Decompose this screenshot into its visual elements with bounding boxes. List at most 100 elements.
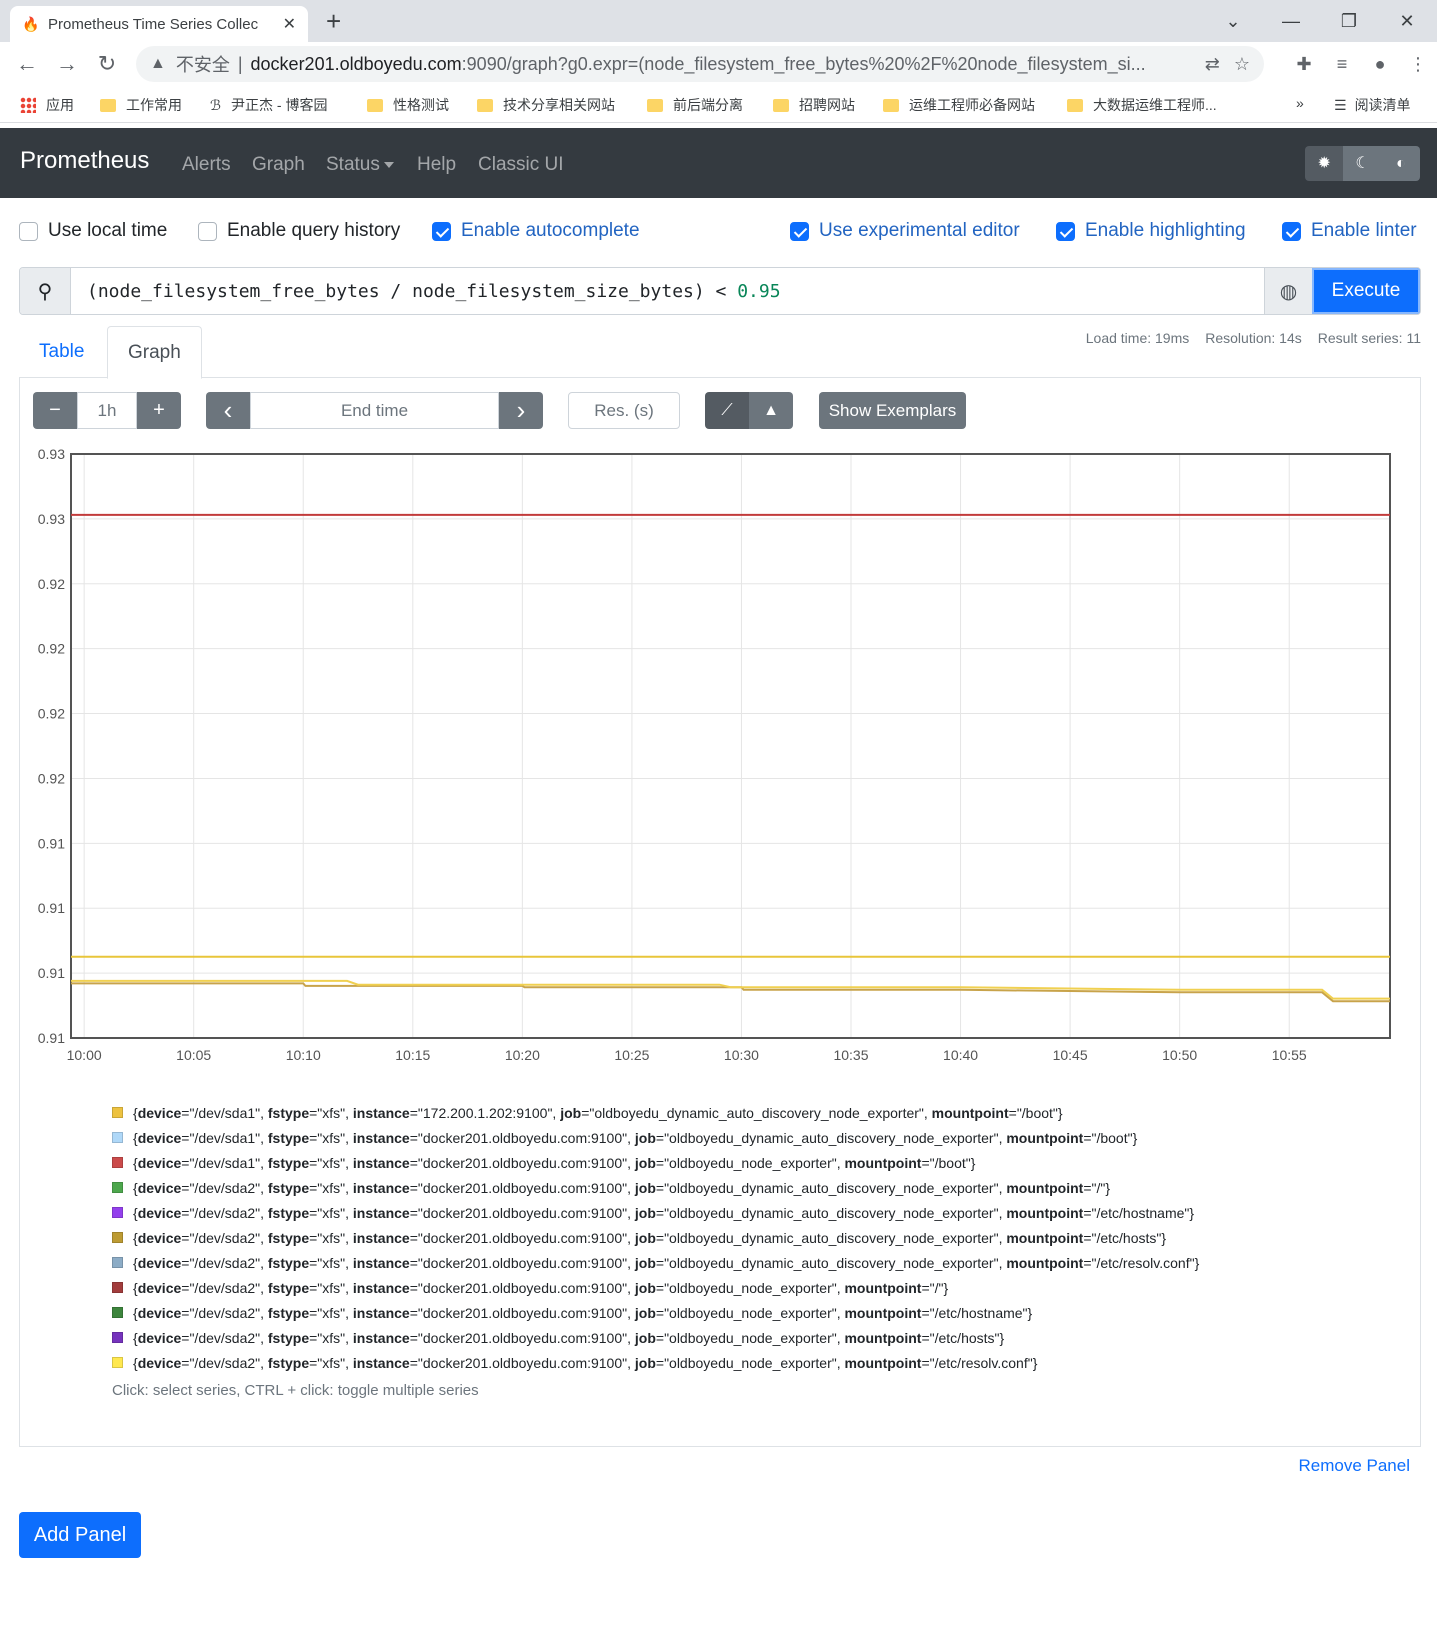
- dark-theme-icon[interactable]: ☾: [1343, 146, 1382, 181]
- option-enable-autocomplete[interactable]: Enable autocomplete: [432, 220, 640, 242]
- time-series-chart[interactable]: 0.93 0.93 0.92 0.92 0.92 0.92 0.91 0.91 0.91 0.91…: [26, 440, 1406, 1070]
- bookmarks-overflow[interactable]: »: [1296, 95, 1304, 111]
- bookmark-apps[interactable]: 应用: [20, 95, 74, 115]
- bookmark-folder[interactable]: 前后端分离: [647, 95, 743, 115]
- new-tab-icon[interactable]: +: [326, 6, 341, 36]
- folder-icon: [773, 98, 789, 112]
- bookmark-label: 阅读清单: [1354, 97, 1411, 113]
- range-input[interactable]: 1h: [77, 392, 137, 429]
- option-enable-linter[interactable]: Enable linter: [1282, 220, 1417, 242]
- bookmark-label: 大数据运维工程师...: [1093, 97, 1217, 113]
- stacked-chart-icon[interactable]: ▲: [749, 392, 793, 429]
- x-tick-label: 10:35: [833, 1047, 868, 1063]
- auto-theme-icon[interactable]: ◐: [1381, 146, 1420, 181]
- bookmark-star-icon[interactable]: ☆: [1234, 54, 1250, 75]
- restore-icon[interactable]: ❐: [1320, 11, 1378, 32]
- legend-swatch: [112, 1332, 123, 1343]
- reading-list[interactable]: ☰ 阅读清单: [1334, 95, 1411, 115]
- bookmark-folder[interactable]: 工作常用: [100, 95, 182, 115]
- execute-button[interactable]: Execute: [1312, 268, 1420, 314]
- translate-icon[interactable]: ⇄: [1205, 54, 1220, 75]
- media-icon[interactable]: ≡: [1323, 54, 1361, 75]
- resolution-input[interactable]: Res. (s): [568, 392, 680, 429]
- option-use-experimental-editor[interactable]: Use experimental editor: [790, 220, 1020, 242]
- close-tab-icon[interactable]: ✕: [283, 14, 296, 34]
- legend-item[interactable]: {device="/dev/sda2", fstype="xfs", insta…: [112, 1225, 1199, 1250]
- expression-input[interactable]: (node_filesystem_free_bytes / node_files…: [71, 268, 1264, 314]
- legend-item[interactable]: {device="/dev/sda2", fstype="xfs", insta…: [112, 1200, 1199, 1225]
- reload-icon[interactable]: ↻: [93, 50, 121, 78]
- bookmark-folder[interactable]: 运维工程师必备网站: [883, 95, 1035, 115]
- legend-item[interactable]: {device="/dev/sda2", fstype="xfs", insta…: [112, 1325, 1199, 1350]
- folder-icon: [367, 98, 383, 112]
- option-use-local-time[interactable]: Use local time: [19, 220, 167, 242]
- nav-alerts[interactable]: Alerts: [182, 154, 231, 176]
- back-icon[interactable]: ←: [13, 50, 41, 78]
- nav-graph[interactable]: Graph: [252, 154, 305, 176]
- show-exemplars-button[interactable]: Show Exemplars: [819, 392, 966, 429]
- light-theme-icon[interactable]: ✹: [1305, 146, 1344, 181]
- nav-status[interactable]: Status: [326, 154, 394, 176]
- tab-search-icon[interactable]: ⌄: [1204, 11, 1262, 32]
- plot-border: [70, 453, 1391, 1039]
- nav-classic-ui[interactable]: Classic UI: [478, 154, 564, 176]
- option-label: Use local time: [48, 220, 168, 241]
- legend-item[interactable]: {device="/dev/sda2", fstype="xfs", insta…: [112, 1175, 1199, 1200]
- end-time-forward-button[interactable]: ›: [499, 392, 543, 429]
- nav-status-label: Status: [326, 154, 380, 175]
- x-tick-label: 10:15: [395, 1047, 430, 1063]
- legend-item[interactable]: {device="/dev/sda1", fstype="xfs", insta…: [112, 1150, 1199, 1175]
- bookmark-folder[interactable]: 招聘网站: [773, 95, 855, 115]
- legend-item[interactable]: {device="/dev/sda2", fstype="xfs", insta…: [112, 1250, 1199, 1275]
- nav-help[interactable]: Help: [417, 154, 456, 176]
- legend-swatch: [112, 1257, 123, 1268]
- metrics-explorer-icon[interactable]: ◍: [1264, 268, 1312, 314]
- forward-icon[interactable]: →: [53, 50, 81, 78]
- tab-graph[interactable]: Graph: [107, 326, 202, 379]
- checkbox[interactable]: [790, 221, 809, 241]
- legend-item[interactable]: {device="/dev/sda1", fstype="xfs", insta…: [112, 1100, 1199, 1125]
- url-bar[interactable]: ▲ 不安全 | docker201.oldboyedu.com :9090/gr…: [136, 46, 1264, 82]
- add-panel-button[interactable]: Add Panel: [19, 1512, 141, 1558]
- end-time-input[interactable]: End time: [250, 392, 499, 429]
- bookmark-folder[interactable]: 大数据运维工程师...: [1067, 95, 1217, 115]
- browser-tab[interactable]: 🔥 Prometheus Time Series Collec ✕: [10, 6, 308, 42]
- tab-table[interactable]: Table: [19, 326, 104, 378]
- legend-swatch: [112, 1107, 123, 1118]
- checkbox[interactable]: [1282, 221, 1301, 241]
- browser-menu-icon[interactable]: ⋮: [1399, 54, 1437, 75]
- legend-item[interactable]: {device="/dev/sda1", fstype="xfs", insta…: [112, 1125, 1199, 1150]
- checkbox[interactable]: [432, 221, 451, 241]
- folder-icon: [1067, 98, 1083, 112]
- bookmark-link[interactable]: ℬ 尹正杰 - 博客园: [210, 95, 327, 115]
- legend-item[interactable]: {device="/dev/sda2", fstype="xfs", insta…: [112, 1275, 1199, 1300]
- profile-avatar-icon[interactable]: ●: [1361, 54, 1399, 75]
- remove-panel-link[interactable]: Remove Panel: [1298, 1456, 1410, 1476]
- legend-item[interactable]: {device="/dev/sda2", fstype="xfs", insta…: [112, 1300, 1199, 1325]
- minimize-icon[interactable]: —: [1262, 11, 1320, 32]
- option-enable-query-history[interactable]: Enable query history: [198, 220, 400, 242]
- x-tick-label: 10:10: [286, 1047, 321, 1063]
- option-enable-highlighting[interactable]: Enable highlighting: [1056, 220, 1246, 242]
- y-tick-label: 0.92: [38, 641, 65, 657]
- close-window-icon[interactable]: ✕: [1378, 11, 1436, 32]
- checkbox[interactable]: [198, 221, 217, 241]
- bookmark-folder[interactable]: 性格测试: [367, 95, 449, 115]
- unstacked-chart-icon[interactable]: ⟋: [705, 392, 749, 429]
- range-decrease-button[interactable]: −: [33, 392, 77, 429]
- bookmark-label: 前后端分离: [673, 97, 743, 113]
- checkbox[interactable]: [19, 221, 38, 241]
- end-time-back-button[interactable]: ‹: [206, 392, 250, 429]
- search-icon: ⚲: [20, 268, 71, 314]
- range-increase-button[interactable]: +: [137, 392, 181, 429]
- legend-item[interactable]: {device="/dev/sda2", fstype="xfs", insta…: [112, 1350, 1199, 1375]
- bookmark-folder[interactable]: 技术分享相关网站: [477, 95, 615, 115]
- legend-swatch: [112, 1157, 123, 1168]
- legend-swatch: [112, 1132, 123, 1143]
- checkbox[interactable]: [1056, 221, 1075, 241]
- brand-link[interactable]: Prometheus: [20, 147, 149, 175]
- legend-swatch: [112, 1307, 123, 1318]
- extensions-icon[interactable]: ✚: [1285, 54, 1323, 75]
- x-tick-label: 10:55: [1272, 1047, 1307, 1063]
- y-tick-label: 0.92: [38, 706, 65, 722]
